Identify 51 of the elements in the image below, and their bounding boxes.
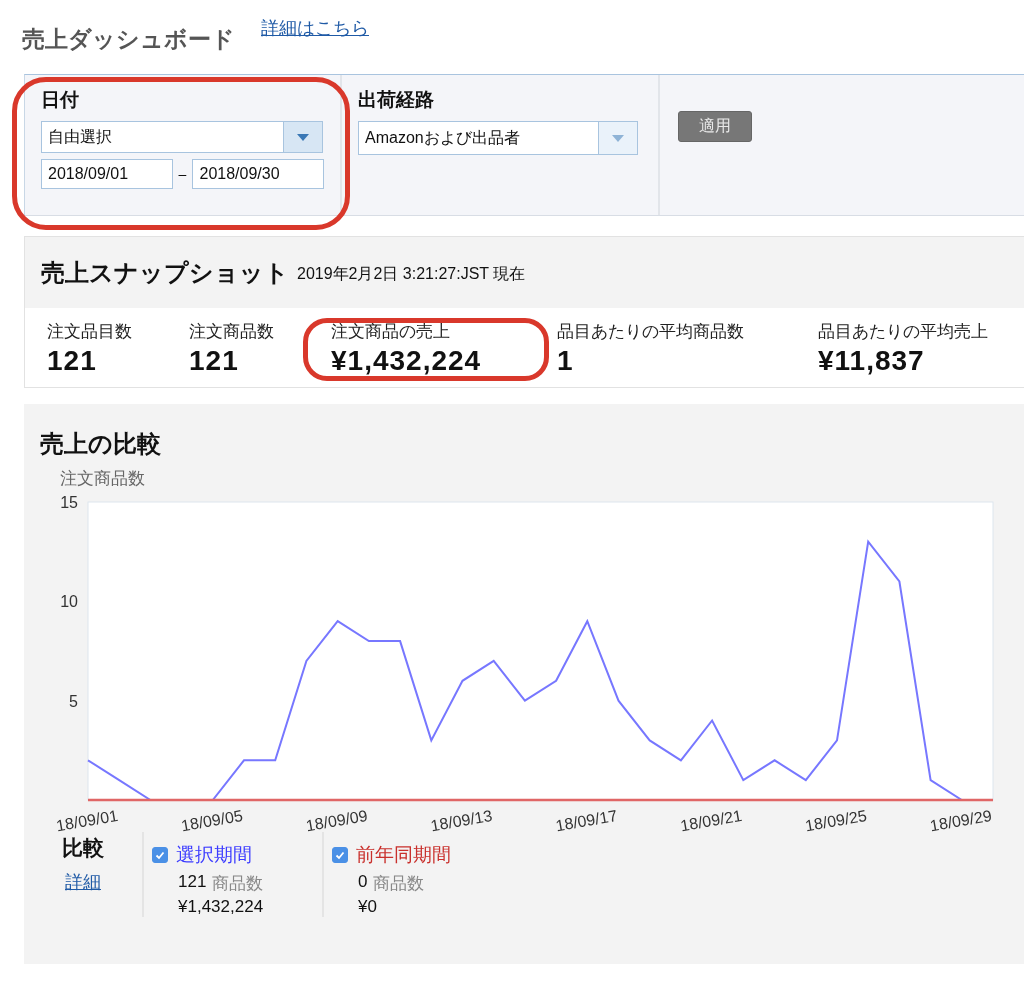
x-tick-label: 18/09/13 xyxy=(429,806,494,835)
x-tick-label: 18/09/29 xyxy=(928,806,993,835)
dropdown[interactable]: Amazonおよび出品者 xyxy=(358,121,638,155)
timestamp: 2019年2月2日 3:21:27:JST 現在 xyxy=(297,264,526,284)
details-link[interactable]: 詳細 xyxy=(65,870,101,894)
date-input-field[interactable]: 2018/09/30 xyxy=(192,159,324,189)
range-separator: – xyxy=(178,166,187,182)
date-input-field[interactable]: 2018/09/01 xyxy=(41,159,173,189)
metric-label: 品目あたりの平均商品数 xyxy=(557,321,745,343)
details-link[interactable]: 詳細はこちら xyxy=(261,16,369,40)
metric-value: 121 xyxy=(47,345,98,377)
checkbox[interactable] xyxy=(332,847,348,863)
series-name: 選択期間 xyxy=(176,843,252,867)
metric-label: 注文商品の売上 xyxy=(331,321,451,343)
x-tick-label: 18/09/25 xyxy=(803,806,869,835)
axis-label: 注文商品数 xyxy=(60,469,145,488)
y-tick-label: 10 xyxy=(60,593,78,611)
page-title: 売上ダッシュボード xyxy=(22,25,235,54)
x-tick-label: 18/09/01 xyxy=(54,806,120,835)
count-value: 121 xyxy=(178,872,207,893)
metric-value: ¥1,432,224 xyxy=(331,345,483,377)
x-tick-label: 18/09/17 xyxy=(554,806,619,835)
y-tick-label: 15 xyxy=(60,494,78,511)
dropdown[interactable]: 自由選択 xyxy=(41,121,323,153)
section-title: 売上の比較 xyxy=(39,429,162,459)
series-name: 前年同期間 xyxy=(356,843,451,867)
sales-value: ¥1,432,224 xyxy=(177,897,265,917)
metric-value: 1 xyxy=(557,345,575,377)
legend-title: 比較 xyxy=(62,835,104,861)
apply-button[interactable]: 適用 xyxy=(678,111,752,142)
caret-icon xyxy=(297,133,309,141)
metric-label: 注文商品数 xyxy=(189,321,275,343)
metric-value: 121 xyxy=(189,345,240,377)
section-title: 売上スナップショット xyxy=(41,257,289,288)
count-unit: 商品数 xyxy=(212,873,264,895)
x-tick-label: 18/09/05 xyxy=(179,806,244,835)
checkbox[interactable] xyxy=(152,847,168,863)
metric-value: ¥11,837 xyxy=(818,345,926,377)
metric-label: 注文品目数 xyxy=(47,321,133,343)
checkmark-icon xyxy=(154,849,166,861)
x-tick-label: 18/09/09 xyxy=(304,806,369,835)
y-tick-label: 5 xyxy=(69,692,78,710)
filter-label: 出荷経路 xyxy=(358,88,435,112)
metric-label: 品目あたりの平均売上 xyxy=(818,321,989,343)
x-tick-label: 18/09/21 xyxy=(679,806,744,835)
filter-label: 日付 xyxy=(41,88,80,112)
caret-icon xyxy=(612,134,624,142)
checkmark-icon xyxy=(334,849,346,861)
sales-value: ¥0 xyxy=(357,897,378,917)
count-value: 0 xyxy=(358,872,368,893)
count-unit: 商品数 xyxy=(373,873,425,895)
